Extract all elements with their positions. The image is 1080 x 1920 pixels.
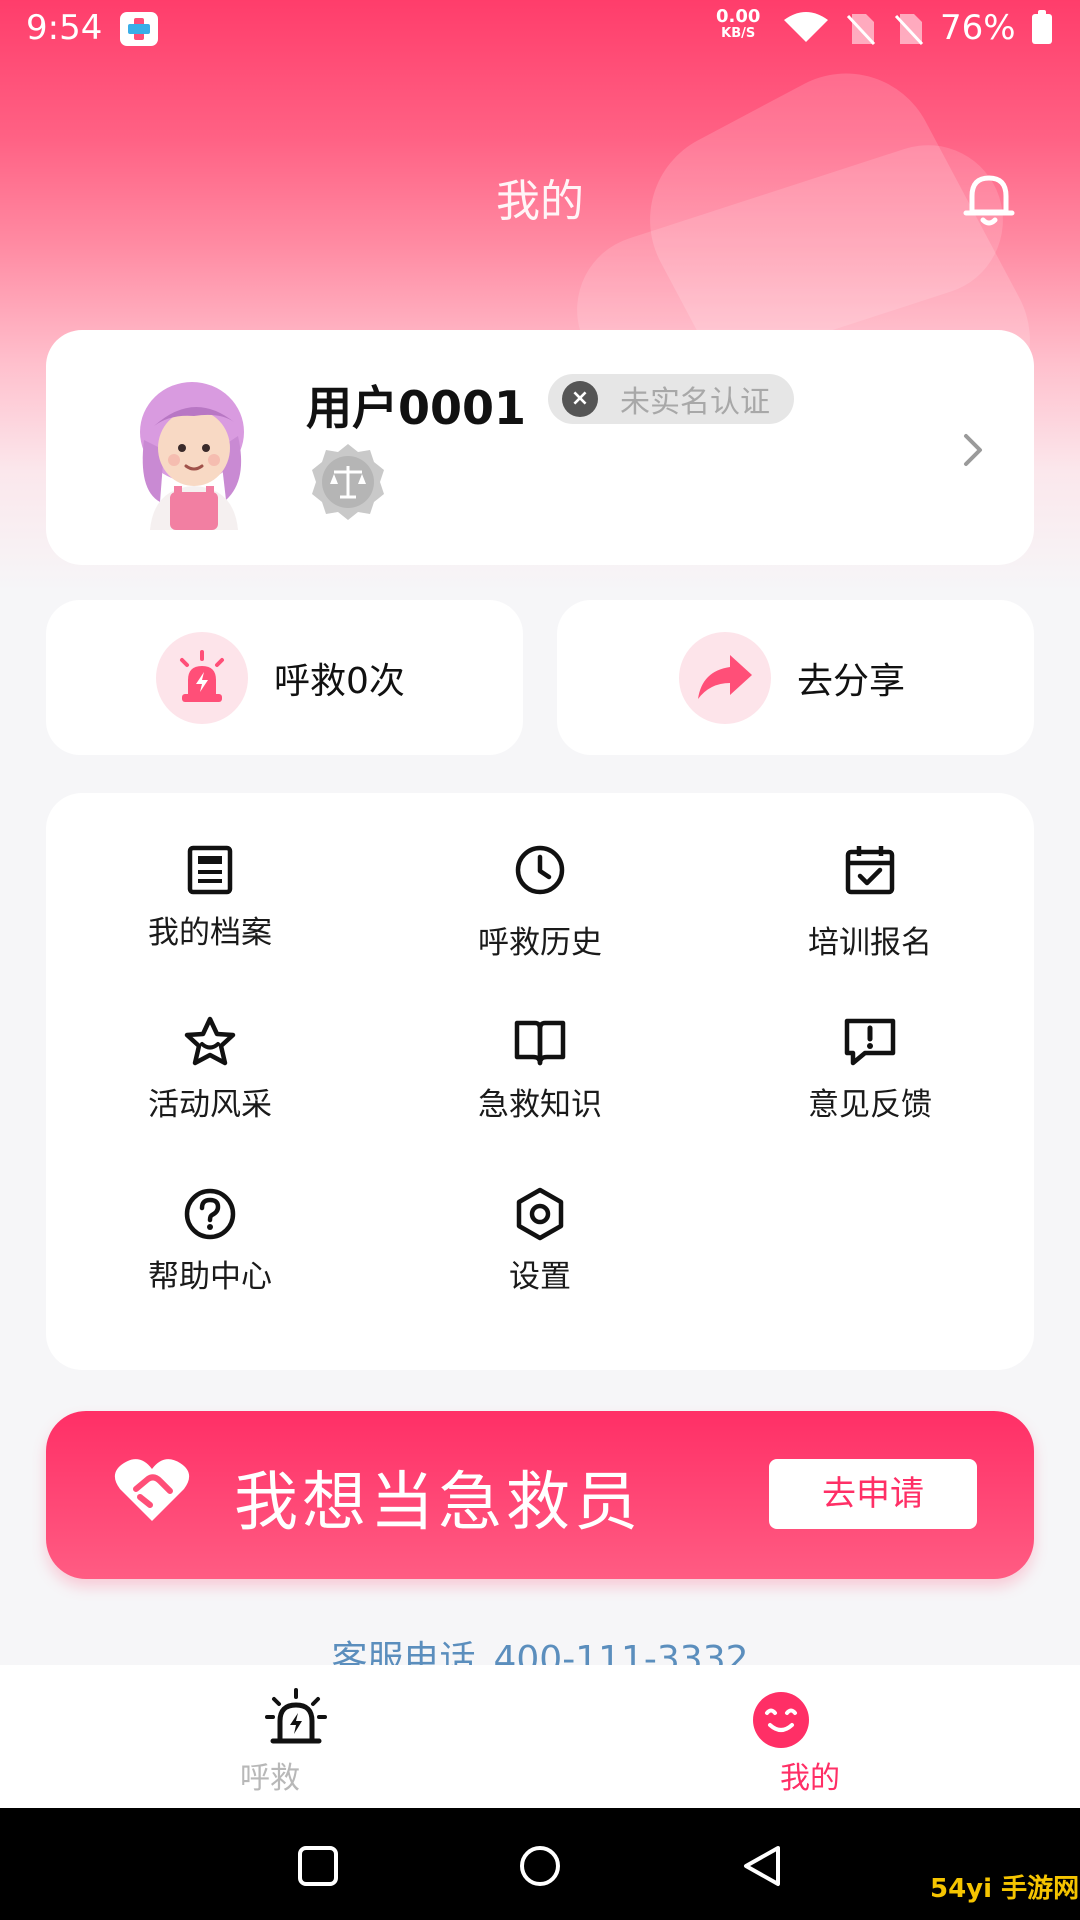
share-card[interactable]: 去分享 <box>557 600 1034 755</box>
verification-badge[interactable]: × 未实名认证 <box>548 374 794 424</box>
no-sim-icon <box>846 14 876 46</box>
home-icon[interactable] <box>518 1844 562 1888</box>
share-icon-wrap <box>679 631 771 724</box>
network-speed: 0.00 KB/S <box>716 8 760 42</box>
banner-title: 我想当急救员 <box>234 1466 642 1540</box>
bottom-navigation: 呼救 我的 <box>0 1665 1080 1808</box>
rescue-count-label: 呼救0次 <box>274 660 405 702</box>
menu-item-feedback[interactable]: 意见反馈 <box>770 1015 970 1145</box>
wifi-icon <box>784 12 828 42</box>
menu-item-profile[interactable]: 我的档案 <box>110 843 310 973</box>
menu-item-rescue-history[interactable]: 呼救历史 <box>440 843 640 973</box>
profile-document-icon <box>187 845 233 895</box>
rescue-count-card[interactable]: 呼救0次 <box>46 600 523 755</box>
menu-item-label: 活动风采 <box>148 1087 272 1123</box>
open-book-icon <box>514 1020 566 1066</box>
settings-hexagon-icon <box>516 1187 564 1241</box>
star-smile-icon <box>184 1016 236 1066</box>
apply-button[interactable]: 去申请 <box>769 1459 977 1529</box>
bell-icon[interactable] <box>958 168 1020 230</box>
alarm-icon <box>180 649 224 702</box>
feedback-icon <box>844 1018 896 1066</box>
avatar <box>140 382 244 530</box>
no-sim-icon <box>894 14 924 46</box>
tab-mine-label: 我的 <box>780 1761 840 1796</box>
menu-item-label: 帮助中心 <box>148 1259 272 1295</box>
smile-face-icon <box>753 1692 809 1748</box>
menu-item-training-signup[interactable]: 培训报名 <box>770 843 970 973</box>
recent-apps-icon[interactable] <box>296 1844 340 1888</box>
app-notification-icon <box>120 12 158 46</box>
menu-grid: 我的档案 呼救历史 培训报名 活动风采 急救知识 意见反馈 帮助中心 设置 <box>46 793 1034 1370</box>
siren-icon <box>265 1688 327 1744</box>
profile-card[interactable]: 用户0001 × 未实名认证 <box>46 330 1034 565</box>
battery-icon <box>1032 10 1052 44</box>
clock-icon <box>515 845 565 895</box>
menu-item-label: 培训报名 <box>808 925 932 961</box>
verification-status: 未实名认证 <box>620 385 770 420</box>
username: 用户0001 <box>306 381 527 435</box>
menu-item-help-center[interactable]: 帮助中心 <box>110 1187 310 1317</box>
chevron-right-icon <box>964 434 982 466</box>
share-label: 去分享 <box>797 660 906 702</box>
network-speed-unit: KB/S <box>721 26 756 41</box>
page-title: 我的 <box>496 176 584 227</box>
network-speed-value: 0.00 <box>716 6 761 27</box>
watermark: 54yi 手游网 <box>930 1874 1080 1904</box>
menu-item-label: 呼救历史 <box>478 925 602 961</box>
menu-item-activities[interactable]: 活动风采 <box>110 1015 310 1145</box>
status-bar: 9:54 0.00 KB/S 76% <box>0 0 1080 58</box>
system-navigation-bar: 54yi 手游网 <box>0 1808 1080 1920</box>
menu-item-first-aid-knowledge[interactable]: 急救知识 <box>440 1015 640 1145</box>
share-icon <box>698 654 752 699</box>
calendar-check-icon <box>845 846 895 895</box>
medal-icon <box>312 444 384 520</box>
status-time: 9:54 <box>26 8 103 48</box>
alarm-icon-wrap <box>156 631 248 724</box>
menu-item-label: 急救知识 <box>478 1087 602 1123</box>
back-icon[interactable] <box>740 1844 784 1888</box>
heart-handshake-icon <box>114 1459 190 1521</box>
menu-item-label: 我的档案 <box>148 915 272 951</box>
menu-item-label: 意见反馈 <box>808 1087 932 1123</box>
close-icon: × <box>562 381 598 417</box>
battery-level: 76% <box>940 8 1016 48</box>
help-icon <box>184 1188 236 1240</box>
tab-mine[interactable]: 我的 <box>540 1665 1080 1808</box>
menu-item-label: 设置 <box>509 1259 571 1295</box>
volunteer-banner[interactable]: 我想当急救员 去申请 <box>46 1411 1034 1579</box>
menu-item-settings[interactable]: 设置 <box>440 1187 640 1317</box>
